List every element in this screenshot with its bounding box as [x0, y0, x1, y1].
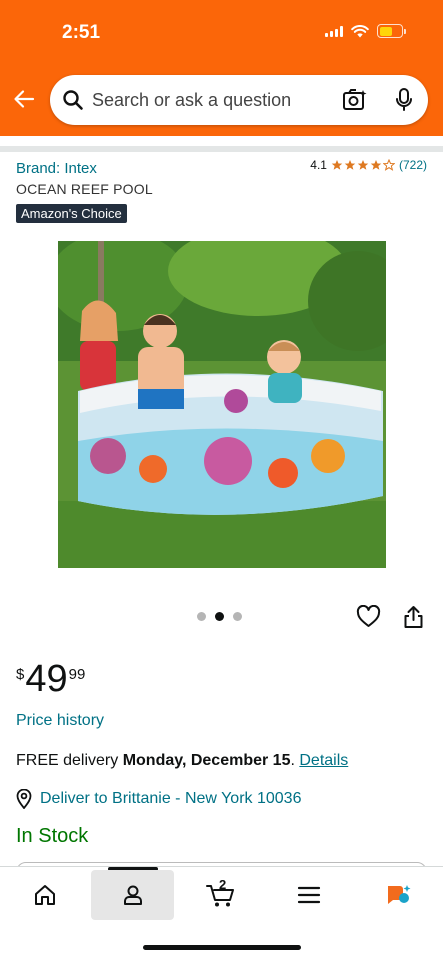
home-icon	[34, 885, 55, 905]
price-history-link[interactable]: Price history	[16, 712, 104, 730]
carousel-dot[interactable]	[215, 612, 224, 621]
product-title: OCEAN REEF POOL	[16, 181, 153, 197]
cart-count-badge: 2	[219, 877, 227, 892]
price-fraction: 99	[68, 666, 86, 683]
search-icon	[63, 90, 83, 110]
tab-rufus[interactable]	[356, 870, 439, 920]
heart-icon[interactable]	[356, 605, 381, 628]
carousel-dot[interactable]	[197, 612, 206, 621]
tab-menu[interactable]	[267, 870, 350, 920]
search-bar[interactable]	[50, 75, 428, 125]
tab-account[interactable]	[91, 870, 174, 920]
image-carousel-dots	[197, 612, 242, 621]
tab-cart[interactable]: 2	[179, 870, 262, 920]
app-header: 2:51	[0, 0, 443, 136]
star-icon	[344, 160, 356, 170]
amazons-choice-badge: Amazon's Choice	[16, 204, 127, 223]
stock-status: In Stock	[16, 825, 89, 847]
microphone-icon[interactable]	[394, 87, 414, 113]
rating-summary[interactable]: 4.1 (722)	[310, 158, 427, 172]
price: $ 49 99	[16, 660, 85, 698]
delivery-date: Monday, December 15	[122, 752, 291, 769]
section-divider	[0, 146, 443, 152]
back-arrow-icon[interactable]	[12, 87, 36, 111]
brand-link[interactable]: Brand: Intex	[16, 160, 97, 177]
location-pin-icon	[16, 789, 32, 809]
battery-icon	[377, 24, 406, 38]
wifi-icon	[351, 24, 369, 37]
camera-search-icon[interactable]	[342, 88, 368, 112]
pool-photo	[58, 241, 386, 568]
deliver-to-location[interactable]: Deliver to Brittanie - New York 10036	[16, 789, 301, 809]
star-rating	[331, 159, 395, 171]
price-whole: 49	[25, 658, 68, 700]
delivery-prefix: FREE delivery	[16, 752, 123, 769]
deliver-to-label: Deliver to Brittanie - New York 10036	[40, 790, 302, 807]
status-time: 2:51	[62, 22, 101, 43]
search-input[interactable]	[92, 75, 332, 125]
delivery-info: FREE delivery Monday, December 15. Detai…	[16, 752, 348, 770]
delivery-details-link[interactable]: Details	[299, 752, 348, 769]
status-icons	[325, 24, 406, 38]
menu-icon	[297, 886, 320, 904]
price-currency: $	[16, 666, 25, 683]
home-indicator	[143, 945, 301, 950]
star-icon	[357, 160, 369, 170]
rufus-icon	[387, 885, 410, 904]
rating-value: 4.1	[310, 158, 327, 172]
cellular-signal-icon	[325, 25, 343, 37]
share-icon[interactable]	[403, 605, 424, 629]
star-icon	[331, 160, 343, 170]
empty-star-icon	[382, 159, 395, 171]
carousel-dot[interactable]	[233, 612, 242, 621]
review-count: (722)	[398, 158, 427, 172]
account-icon	[123, 885, 142, 905]
star-icon	[370, 160, 382, 170]
product-image[interactable]	[58, 241, 386, 568]
tab-home[interactable]	[3, 870, 86, 920]
